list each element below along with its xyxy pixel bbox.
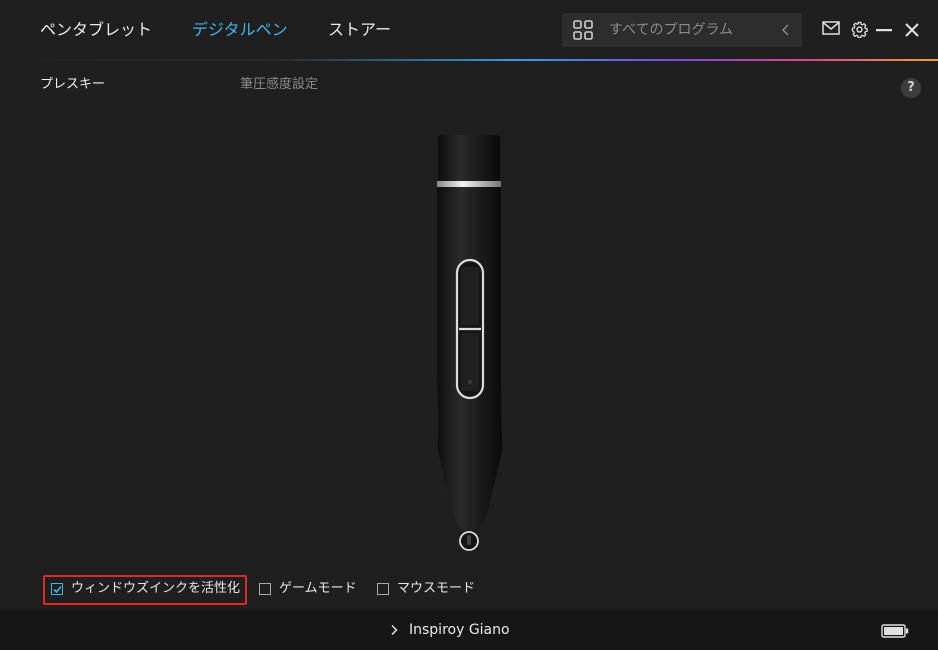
close-icon[interactable]	[905, 23, 919, 37]
tab-pen-tablet[interactable]: ペンタブレット	[40, 19, 152, 41]
mouse-mode-checkbox[interactable]	[377, 583, 389, 595]
mail-icon[interactable]	[822, 21, 840, 35]
windows-ink-checkbox[interactable]	[51, 583, 63, 595]
search-placeholder[interactable]: すべてのプログラム	[609, 21, 733, 39]
subtab-pressure-sensitivity[interactable]: 筆圧感度設定	[240, 76, 318, 94]
mouse-mode-label: マウスモード	[397, 581, 476, 596]
windows-ink-label: ウィンドウズインクを活性化	[71, 581, 241, 596]
game-mode-option[interactable]: ゲームモード	[259, 580, 369, 598]
digital-pen-image	[437, 135, 503, 551]
header-bar: ペンタブレット デジタルペン ストアー すべてのプログラム	[0, 0, 938, 60]
header-divider	[0, 59, 938, 61]
chevron-left-icon[interactable]	[780, 23, 792, 37]
tab-store[interactable]: ストアー	[328, 19, 391, 41]
program-search[interactable]: すべてのプログラム	[562, 13, 802, 47]
device-name[interactable]: Inspiroy Giano	[409, 621, 510, 639]
tab-digital-pen[interactable]: デジタルペン	[192, 19, 288, 41]
battery-icon	[881, 624, 909, 638]
help-icon[interactable]: ?	[901, 78, 921, 98]
chevron-right-icon[interactable]	[390, 624, 398, 636]
minimize-icon[interactable]	[876, 29, 892, 32]
game-mode-checkbox[interactable]	[259, 583, 271, 595]
checkmark-icon	[53, 585, 62, 594]
gear-icon[interactable]	[851, 21, 868, 38]
windows-ink-option[interactable]: ウィンドウズインクを活性化	[51, 580, 241, 598]
footer-bar: Inspiroy Giano	[0, 610, 938, 650]
subtab-press-keys[interactable]: プレスキー	[40, 76, 105, 94]
grid-icon[interactable]	[573, 20, 593, 40]
mouse-mode-option[interactable]: マウスモード	[377, 580, 487, 598]
game-mode-label: ゲームモード	[279, 581, 357, 596]
